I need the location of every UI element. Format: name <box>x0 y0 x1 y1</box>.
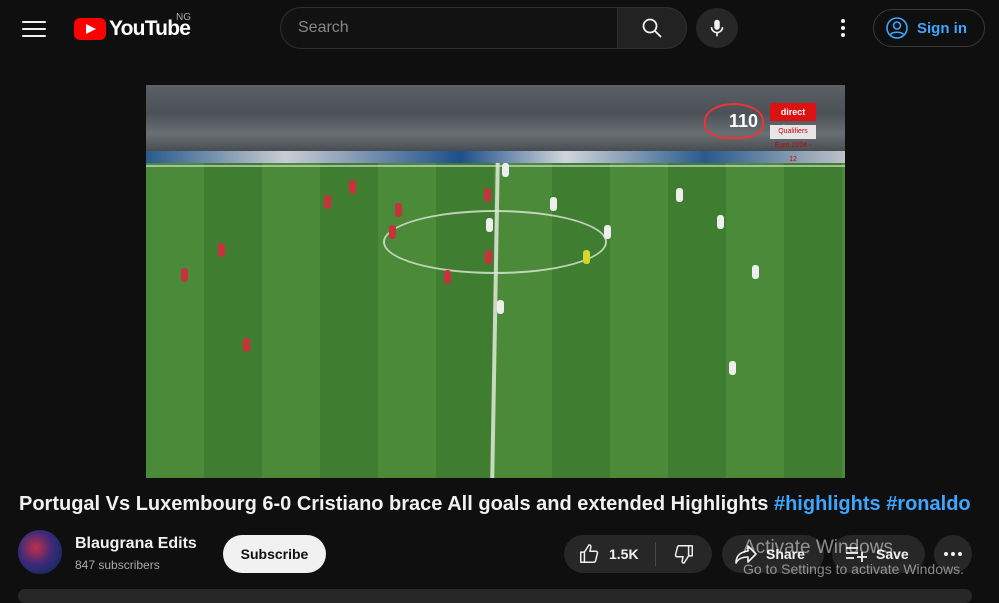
player-white <box>497 300 504 314</box>
account-icon <box>886 17 908 39</box>
player-white <box>604 225 611 239</box>
share-icon <box>735 545 757 564</box>
hashtag-link[interactable]: #highlights <box>774 493 881 515</box>
video-title: Portugal Vs Luxembourg 6-0 Cristiano bra… <box>19 493 971 516</box>
save-label: Save <box>876 546 909 562</box>
subscriber-count: 847 subscribers <box>75 558 160 572</box>
youtube-logo[interactable]: YouTube <box>74 15 191 43</box>
player-white <box>717 215 724 229</box>
ad-boards <box>146 151 845 163</box>
player-red <box>395 203 402 217</box>
referee <box>583 250 590 264</box>
player-white <box>752 265 759 279</box>
dislike-button[interactable] <box>656 535 712 573</box>
playlist-add-icon <box>846 547 867 562</box>
youtube-logo-icon <box>74 18 106 40</box>
thumbs-down-icon <box>674 545 693 564</box>
broadcast-overlay: 110 direct L'ÉQUIPE Qualifiers Euro 2024… <box>704 103 816 163</box>
player-white <box>729 361 736 375</box>
player-white <box>486 218 493 232</box>
save-button[interactable]: Save <box>832 535 925 573</box>
more-horiz-icon <box>944 552 962 556</box>
search-box <box>280 7 617 49</box>
hashtag-link[interactable]: #ronaldo <box>886 493 970 515</box>
share-button[interactable]: Share <box>722 535 824 573</box>
menu-icon-bar <box>22 35 46 37</box>
mic-icon <box>710 19 724 37</box>
player-red <box>349 180 356 194</box>
player-white <box>676 188 683 202</box>
channel-name[interactable]: Blaugrana Edits <box>75 535 197 553</box>
sign-in-button[interactable]: Sign in <box>873 9 985 47</box>
player-red <box>243 338 250 352</box>
channel-avatar[interactable] <box>18 530 62 574</box>
settings-more-button[interactable] <box>828 12 858 44</box>
sign-in-label: Sign in <box>917 19 967 37</box>
video-player[interactable]: 110 direct L'ÉQUIPE Qualifiers Euro 2024… <box>146 85 845 478</box>
menu-icon-bar <box>22 28 46 30</box>
thumbs-up-icon <box>580 544 599 563</box>
search-button[interactable] <box>617 7 687 49</box>
player-red <box>485 250 492 264</box>
player-red <box>324 195 331 209</box>
like-count: 1.5K <box>609 546 639 562</box>
more-actions-button[interactable] <box>934 535 972 573</box>
more-vert-icon <box>841 19 845 37</box>
player-red <box>444 270 451 284</box>
search-icon <box>642 18 662 38</box>
player-red <box>218 243 225 257</box>
menu-icon-bar <box>22 21 46 23</box>
description-box[interactable] <box>18 589 972 603</box>
share-label: Share <box>766 546 805 562</box>
subscribe-button[interactable]: Subscribe <box>223 535 326 573</box>
voice-search-button[interactable] <box>696 8 738 48</box>
video-title-text: Portugal Vs Luxembourg 6-0 Cristiano bra… <box>19 493 769 515</box>
search-input[interactable] <box>281 8 598 48</box>
overlay-sub: Qualifiers Euro 2024 - 12 <box>770 125 816 163</box>
player-red <box>181 268 188 282</box>
player-white <box>502 163 509 177</box>
guide-menu-button[interactable] <box>18 16 50 40</box>
player-red <box>484 188 491 202</box>
overlay-brand: direct L'ÉQUIPE <box>770 103 816 135</box>
overlay-number: 110 <box>704 103 764 139</box>
player-white <box>550 197 557 211</box>
like-dislike-group: 1.5K <box>564 535 712 573</box>
like-button[interactable]: 1.5K <box>564 535 655 573</box>
country-code: NG <box>176 12 191 23</box>
player-red <box>389 225 396 239</box>
centre-circle <box>383 210 607 274</box>
